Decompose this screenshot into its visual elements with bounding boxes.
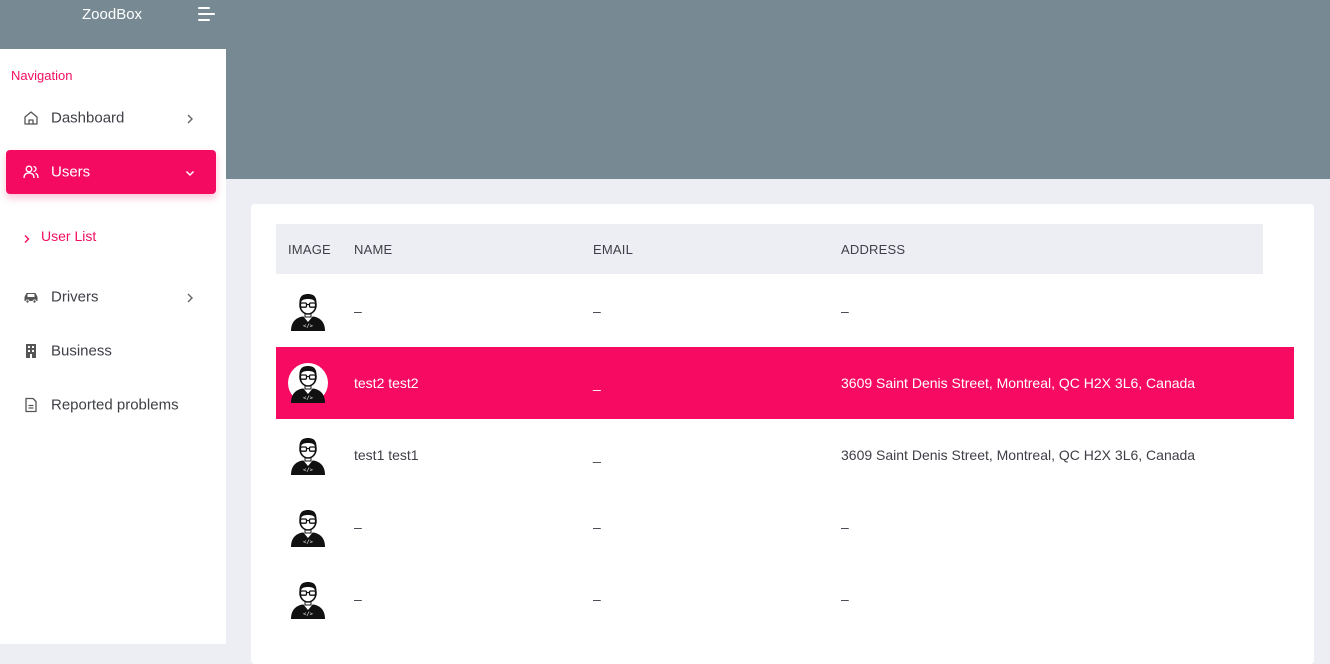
cell-email: – <box>593 519 601 535</box>
sidebar-item-label: Reported problems <box>51 396 179 414</box>
brand-logo-text[interactable]: ZoodBox <box>82 6 142 23</box>
table-row[interactable]: – – – <box>276 563 1294 635</box>
menu-toggle-icon[interactable] <box>198 6 218 24</box>
cell-email: – <box>593 303 601 319</box>
table-row[interactable]: – – – <box>276 275 1294 347</box>
cell-name: – <box>354 303 362 319</box>
column-header-email: EMAIL <box>593 242 634 257</box>
user-avatar-icon <box>288 363 328 403</box>
chevron-right-icon <box>184 112 196 124</box>
table-row-selected[interactable]: test2 test2 _ 3609 Saint Denis Street, M… <box>276 347 1294 419</box>
user-avatar-icon <box>288 435 328 475</box>
cell-name: test1 test1 <box>354 447 419 463</box>
user-avatar-icon <box>288 579 328 619</box>
cell-name: test2 test2 <box>354 375 419 391</box>
cell-address: – <box>841 519 849 535</box>
cell-email: _ <box>593 375 601 391</box>
sidebar-item-label: Users <box>51 163 91 181</box>
cell-address: – <box>841 303 849 319</box>
cell-email: _ <box>593 447 601 463</box>
sidebar-item-label: Drivers <box>51 288 99 306</box>
table-row[interactable]: test1 test1 _ 3609 Saint Denis Street, M… <box>276 419 1294 491</box>
table-header <box>276 224 1263 274</box>
file-icon <box>23 397 39 413</box>
chevron-down-icon <box>184 166 196 178</box>
cell-address: 3609 Saint Denis Street, Montreal, QC H2… <box>841 375 1196 391</box>
brand-area: ZoodBox <box>0 0 226 49</box>
sidebar: Navigation Dashboard Users User List Dri… <box>0 49 226 644</box>
cell-address: – <box>841 591 849 607</box>
column-header-address: ADDRESS <box>841 242 906 257</box>
cell-email: – <box>593 591 601 607</box>
sidebar-item-dashboard[interactable]: Dashboard <box>6 96 216 140</box>
sidebar-item-label: Business <box>51 342 112 360</box>
sidebar-subitem-label: User List <box>41 228 97 244</box>
sidebar-subitem-user-list[interactable]: User List <box>22 226 96 246</box>
column-header-name: NAME <box>354 242 393 257</box>
sidebar-item-label: Dashboard <box>51 109 125 127</box>
chevron-right-icon <box>22 231 32 243</box>
table-row[interactable]: – – – <box>276 491 1294 563</box>
car-icon <box>23 289 39 305</box>
chevron-right-icon <box>184 291 196 303</box>
user-avatar-icon <box>288 507 328 547</box>
building-icon <box>23 343 39 359</box>
home-icon <box>23 110 39 126</box>
users-icon <box>23 164 39 180</box>
cell-name: – <box>354 591 362 607</box>
cell-address: 3609 Saint Denis Street, Montreal, QC H2… <box>841 447 1196 463</box>
sidebar-item-users[interactable]: Users <box>6 150 216 194</box>
sidebar-item-business[interactable]: Business <box>6 329 216 373</box>
cell-name: – <box>354 519 362 535</box>
nav-section-title: Navigation <box>11 68 73 83</box>
user-avatar-icon <box>288 291 328 331</box>
column-header-image: IMAGE <box>288 242 331 257</box>
sidebar-item-reported-problems[interactable]: Reported problems <box>6 383 216 427</box>
sidebar-item-drivers[interactable]: Drivers <box>6 275 216 319</box>
